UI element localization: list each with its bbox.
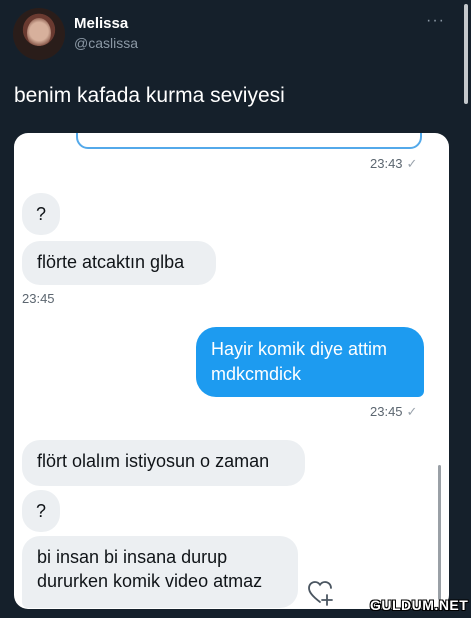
chat-screenshot[interactable]: 23:43 ✓ ? flörte atcaktın glba 23:45 Hayi… [14,133,449,609]
incoming-message[interactable]: flörte atcaktın glba [22,241,216,285]
more-icon[interactable]: ··· [426,12,445,30]
author-handle[interactable]: @caslissa [74,35,138,51]
tweet-header: Melissa @caslissa ··· [13,8,463,64]
watermark: GULDUM.NET [370,597,469,613]
incoming-message[interactable]: flört olalım istiyosun o zaman [22,440,305,486]
time-text: 23:45 [370,404,403,419]
outgoing-message[interactable]: Hayir komik diye attim mdkcmdick [196,327,424,397]
chat-scrollbar[interactable] [438,465,441,600]
page-scrollbar[interactable] [464,4,468,104]
heart-add-icon[interactable] [306,578,334,606]
incoming-message[interactable]: ? [22,490,60,532]
avatar[interactable] [13,8,65,60]
tweet-text: benim kafada kurma seviyesi [14,84,285,107]
incoming-message[interactable]: ? [22,193,60,235]
message-time: 23:43 ✓ [370,156,417,172]
read-check-icon: ✓ [406,404,418,419]
incoming-message[interactable]: bi insan bi insana durup dururken komik … [22,536,298,608]
message-time: 23:45 [22,291,55,306]
time-text: 23:43 [370,156,403,171]
previous-message-bubble [76,133,422,149]
author-name[interactable]: Melissa [74,15,128,32]
message-time: 23:45 ✓ [370,404,417,420]
read-check-icon: ✓ [406,156,418,171]
